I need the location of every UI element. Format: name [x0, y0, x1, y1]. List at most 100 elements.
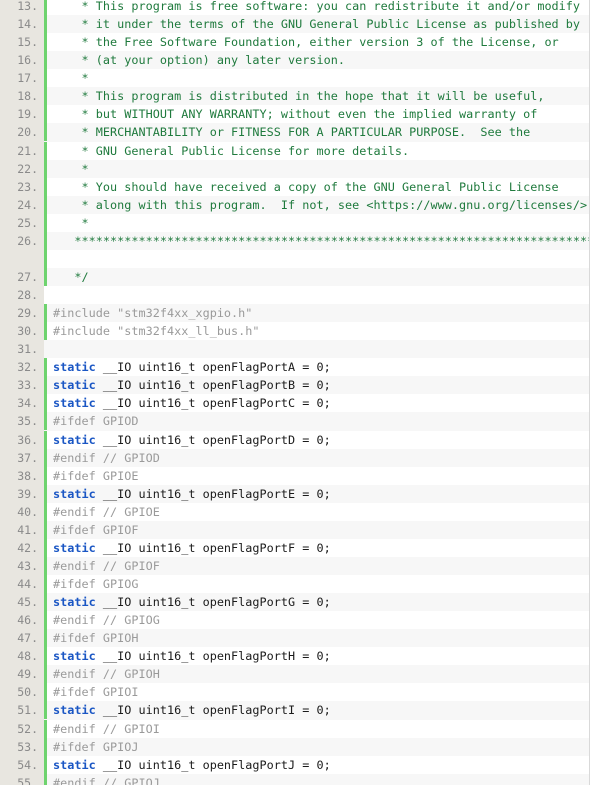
- line-number: 48.: [0, 647, 44, 666]
- code-line-text[interactable]: * This program is distributed in the hop…: [48, 87, 589, 106]
- code-line-row[interactable]: 17. *: [0, 69, 589, 88]
- code-line-text[interactable]: static __IO uint16_t openFlagPortH = 0;: [48, 647, 589, 666]
- code-line-text[interactable]: #ifdef GPIOD: [48, 412, 589, 431]
- code-line-row[interactable]: 42. static __IO uint16_t openFlagPortF = …: [0, 538, 589, 557]
- code-line-row[interactable]: 40. #endif // GPIOE: [0, 502, 589, 521]
- code-viewer[interactable]: 13. * This program is free software: you…: [0, 0, 590, 785]
- code-line-text[interactable]: * but WITHOUT ANY WARRANTY; without even…: [48, 105, 589, 124]
- code-line-row[interactable]: 15. * the Free Software Foundation, eith…: [0, 33, 589, 52]
- code-line-text[interactable]: *: [48, 213, 589, 232]
- code-token-pre: #include "stm32f4xx_xgpio.h": [53, 306, 253, 321]
- code-line-text[interactable]: static __IO uint16_t openFlagPortF = 0;: [48, 538, 589, 557]
- code-line-text[interactable]: #ifdef GPIOI: [48, 683, 589, 702]
- code-line-row[interactable]: 43. #endif // GPIOF: [0, 556, 589, 575]
- code-line-text[interactable]: #ifdef GPIOG: [48, 575, 589, 594]
- code-line-row[interactable]: 18. * This program is distributed in the…: [0, 87, 589, 106]
- code-line-text[interactable]: #ifdef GPIOF: [48, 520, 589, 539]
- code-token-pre: #ifdef GPIOF: [53, 522, 139, 537]
- code-line-text[interactable]: #include "stm32f4xx_ll_bus.h": [48, 322, 589, 341]
- code-line-text[interactable]: * the Free Software Foundation, either v…: [48, 33, 589, 52]
- code-line-text[interactable]: #endif // GPIOJ: [48, 773, 589, 785]
- code-line-text[interactable]: [48, 286, 589, 305]
- code-line-row[interactable]: 33. static __IO uint16_t openFlagPortB = …: [0, 376, 589, 395]
- code-line-text[interactable]: *: [48, 69, 589, 88]
- code-line-row[interactable]: 44. #ifdef GPIOG: [0, 575, 589, 594]
- code-line-row[interactable]: 48. static __IO uint16_t openFlagPortH = …: [0, 647, 589, 666]
- code-line-row[interactable]: 24. * along with this program. If not, s…: [0, 195, 589, 214]
- code-line-text[interactable]: #endif // GPIOE: [48, 502, 589, 521]
- code-line-row[interactable]: 50. #ifdef GPIOI: [0, 683, 589, 702]
- code-line-text[interactable]: * MERCHANTABILITY or FITNESS FOR A PARTI…: [48, 123, 589, 142]
- code-line-row[interactable]: 31.: [0, 340, 589, 359]
- code-line-row[interactable]: 51. static __IO uint16_t openFlagPortI = …: [0, 701, 589, 720]
- code-line-row[interactable]: [0, 249, 589, 268]
- code-line-text[interactable]: #ifdef GPIOJ: [48, 737, 589, 756]
- code-line-row[interactable]: 54. static __IO uint16_t openFlagPortJ = …: [0, 755, 589, 774]
- code-line-row[interactable]: 28.: [0, 286, 589, 305]
- code-line-text[interactable]: * This program is free software: you can…: [48, 0, 589, 16]
- code-line-text[interactable]: * it under the terms of the GNU General …: [48, 15, 589, 34]
- code-line-text[interactable]: * GNU General Public License for more de…: [48, 141, 589, 160]
- code-token-comment: * but WITHOUT ANY WARRANTY; without even…: [53, 107, 538, 122]
- code-line-row[interactable]: 32. static __IO uint16_t openFlagPortA = …: [0, 358, 589, 377]
- code-line-text[interactable]: #ifdef GPIOH: [48, 629, 589, 648]
- code-token-kw: static: [53, 540, 96, 555]
- code-line-text[interactable]: ****************************************…: [48, 231, 589, 250]
- code-line-row[interactable]: 14. * it under the terms of the GNU Gene…: [0, 15, 589, 34]
- code-line-row[interactable]: 46. #endif // GPIOG: [0, 611, 589, 630]
- code-line-text[interactable]: #endif // GPIOI: [48, 719, 589, 738]
- code-line-text[interactable]: #endif // GPIOF: [48, 556, 589, 575]
- code-line-text[interactable]: static __IO uint16_t openFlagPortA = 0;: [48, 358, 589, 377]
- code-line-text[interactable]: static __IO uint16_t openFlagPortI = 0;: [48, 701, 589, 720]
- code-line-row[interactable]: 29. #include "stm32f4xx_xgpio.h": [0, 304, 589, 323]
- code-line-row[interactable]: 25. *: [0, 213, 589, 232]
- line-number: 31.: [0, 340, 44, 359]
- code-line-text[interactable]: static __IO uint16_t openFlagPortC = 0;: [48, 394, 589, 413]
- line-number: 22.: [0, 159, 44, 178]
- code-line-text[interactable]: #endif // GPIOD: [48, 448, 589, 467]
- code-line-text[interactable]: static __IO uint16_t openFlagPortG = 0;: [48, 593, 589, 612]
- code-line-text[interactable]: static __IO uint16_t openFlagPortB = 0;: [48, 376, 589, 395]
- code-line-text[interactable]: static __IO uint16_t openFlagPortE = 0;: [48, 484, 589, 503]
- code-line-row[interactable]: 22. *: [0, 159, 589, 178]
- code-line-text[interactable]: static __IO uint16_t openFlagPortD = 0;: [48, 430, 589, 449]
- code-line-row[interactable]: 38. #ifdef GPIOE: [0, 466, 589, 485]
- code-line-text[interactable]: *: [48, 159, 589, 178]
- code-line-row[interactable]: 41. #ifdef GPIOF: [0, 520, 589, 539]
- code-line-text[interactable]: #endif // GPIOG: [48, 611, 589, 630]
- code-line-row[interactable]: 19. * but WITHOUT ANY WARRANTY; without …: [0, 105, 589, 124]
- code-line-row[interactable]: 21. * GNU General Public License for mor…: [0, 141, 589, 160]
- code-line-row[interactable]: 55. #endif // GPIOJ: [0, 773, 589, 785]
- code-line-text[interactable]: static __IO uint16_t openFlagPortJ = 0;: [48, 755, 589, 774]
- code-line-row[interactable]: 37. #endif // GPIOD: [0, 448, 589, 467]
- line-number: 29.: [0, 304, 44, 323]
- code-line-row[interactable]: 16. * (at your option) any later version…: [0, 51, 589, 70]
- code-token-pre: #endif // GPIOI: [53, 721, 160, 736]
- code-line-row[interactable]: 47. #ifdef GPIOH: [0, 629, 589, 648]
- code-line-row[interactable]: 49. #endif // GPIOH: [0, 665, 589, 684]
- code-token-pre: #endif // GPIOJ: [53, 775, 160, 785]
- code-line-row[interactable]: 45. static __IO uint16_t openFlagPortG = …: [0, 593, 589, 612]
- code-line-row[interactable]: 34. static __IO uint16_t openFlagPortC = …: [0, 394, 589, 413]
- code-line-text[interactable]: [48, 249, 589, 268]
- code-line-row[interactable]: 20. * MERCHANTABILITY or FITNESS FOR A P…: [0, 123, 589, 142]
- code-line-text[interactable]: * along with this program. If not, see <…: [48, 195, 589, 214]
- code-line-text[interactable]: * You should have received a copy of the…: [48, 177, 589, 196]
- code-line-text[interactable]: #include "stm32f4xx_xgpio.h": [48, 304, 589, 323]
- code-line-row[interactable]: 30. #include "stm32f4xx_ll_bus.h": [0, 322, 589, 341]
- code-line-text[interactable]: #ifdef GPIOE: [48, 466, 589, 485]
- code-line-row[interactable]: 52. #endif // GPIOI: [0, 719, 589, 738]
- code-line-row[interactable]: 26. ************************************…: [0, 231, 589, 250]
- code-line-row[interactable]: 39. static __IO uint16_t openFlagPortE = …: [0, 484, 589, 503]
- code-line-row[interactable]: 27. */: [0, 267, 589, 286]
- code-line-text[interactable]: */: [48, 267, 589, 286]
- code-line-text[interactable]: * (at your option) any later version.: [48, 51, 589, 70]
- code-line-row[interactable]: 13. * This program is free software: you…: [0, 0, 589, 16]
- code-line-row[interactable]: 35. #ifdef GPIOD: [0, 412, 589, 431]
- code-line-row[interactable]: 53. #ifdef GPIOJ: [0, 737, 589, 756]
- line-number: 44.: [0, 575, 44, 594]
- code-line-text[interactable]: [48, 340, 589, 359]
- code-line-text[interactable]: #endif // GPIOH: [48, 665, 589, 684]
- code-line-row[interactable]: 36. static __IO uint16_t openFlagPortD = …: [0, 430, 589, 449]
- code-line-row[interactable]: 23. * You should have received a copy of…: [0, 177, 589, 196]
